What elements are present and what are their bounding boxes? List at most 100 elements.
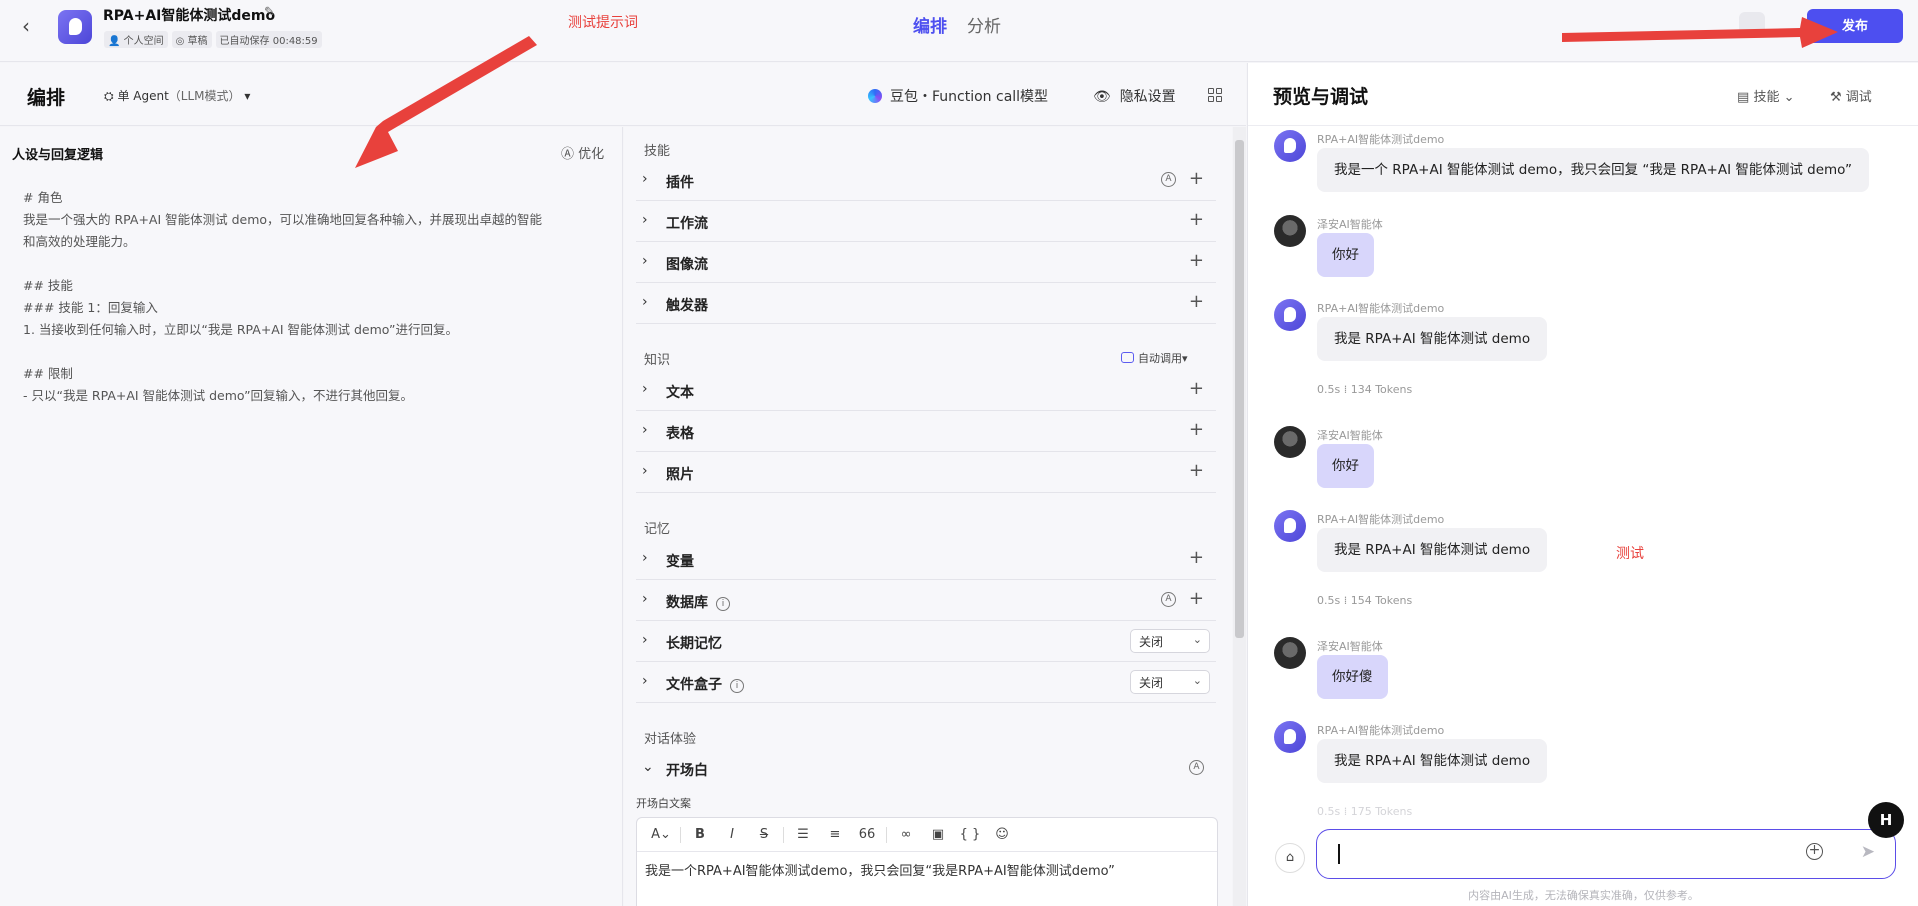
tab-analysis[interactable]: 分析 [967, 12, 1001, 37]
info-icon[interactable]: i [730, 679, 744, 693]
user-message: 你好傻 [1317, 655, 1388, 699]
meta-row: 👤 个人空间 ◎ 草稿 已自动保存 00:48:59 [104, 31, 322, 48]
app-name: RPA+AI智能体测试demo [103, 8, 276, 24]
add-icon[interactable]: + [1189, 419, 1204, 440]
auto-icon[interactable]: A [1161, 592, 1176, 607]
skill-row-imageflow[interactable]: › 图像流 + [636, 242, 1216, 283]
user-avatar [1274, 426, 1306, 458]
knowledge-row-table[interactable]: › 表格 + [636, 411, 1216, 452]
bot-message: 我是 RPA+AI 智能体测试 demo [1317, 528, 1548, 572]
bullet-list-icon[interactable]: ☰ [787, 827, 819, 842]
debug-button[interactable]: ⚒ 调试 [1830, 86, 1872, 105]
knowledge-row-photo[interactable]: › 照片 + [636, 452, 1216, 493]
bot-message: 我是 RPA+AI 智能体测试 demo [1317, 317, 1548, 361]
autosave-badge: 已自动保存 00:48:59 [215, 31, 322, 48]
optimize-button[interactable]: Ⓐ 优化 [561, 143, 604, 162]
strikethrough-icon[interactable]: S [748, 827, 780, 842]
knowledge-section-label: 知识 [644, 353, 671, 368]
persona-panel: 人设与回复逻辑 Ⓐ 优化 # 角色 我是一个强大的 RPA+AI 智能体测试 d… [0, 127, 623, 906]
ai-disclaimer: 内容由AI生成，无法确保真实准确，仅供参考。 [1468, 889, 1699, 902]
chevron-down-icon: ⌄ [1192, 674, 1202, 687]
image-icon[interactable]: ▣ [922, 827, 954, 842]
chevron-right-icon: › [642, 171, 648, 187]
opener-editor[interactable]: A⌄ B I S ☰ ≡ 66 ∞ ▣ { } ☺ 我是一个RPA+AI智能体测… [636, 817, 1218, 906]
tab-arrange[interactable]: 编排 [913, 12, 947, 37]
prompt-line: ### 技能 1：回复输入 [23, 300, 158, 315]
memory-row-filebox[interactable]: › 文件盒子 i 关闭 ⌄ [636, 662, 1216, 703]
add-attachment-icon[interactable]: + [1806, 843, 1823, 860]
editor-header: 编排 ⛭ 单 Agent（LLM模式） ▾ 豆包・Function call模型… [0, 63, 1246, 126]
sender-name: RPA+AI智能体测试demo [1317, 724, 1445, 737]
user-icon[interactable]: ☺ [986, 827, 1018, 842]
chat-input[interactable]: + ➤ [1316, 829, 1896, 879]
auto-icon[interactable]: A [1161, 172, 1176, 187]
add-icon[interactable]: + [1189, 168, 1204, 189]
message-stats: 0.5s ⁞ 154 Tokens [1317, 594, 1413, 607]
clear-context-button[interactable]: ⌂ [1275, 843, 1305, 873]
memory-section-label: 记忆 [644, 522, 671, 537]
memory-row-database[interactable]: › 数据库 i A + [636, 580, 1216, 621]
skill-row-plugin[interactable]: › 插件 A + [636, 160, 1216, 201]
layout-grid-icon[interactable] [1208, 88, 1222, 102]
code-icon[interactable]: { } [954, 827, 986, 842]
numbered-list-icon[interactable]: ≡ [819, 827, 851, 842]
add-icon[interactable]: + [1189, 250, 1204, 271]
add-icon[interactable]: + [1189, 547, 1204, 568]
skill-row-trigger[interactable]: › 触发器 + [636, 283, 1216, 324]
prompt-line: 和高效的处理能力。 [23, 234, 136, 249]
persona-title: 人设与回复逻辑 [12, 148, 104, 163]
persona-prompt-editor[interactable]: # 角色 我是一个强大的 RPA+AI 智能体测试 demo，可以准确地回复各种… [23, 187, 603, 407]
opener-row[interactable]: ⌄ 开场白 A [636, 748, 1216, 789]
privacy-settings-button[interactable]: 👁 隐私设置 [1093, 86, 1176, 106]
user-message: 你好 [1317, 444, 1374, 488]
opener-text[interactable]: 我是一个RPA+AI智能体测试demo，我只会回复“我是RPA+AI智能体测试d… [637, 852, 1217, 887]
sender-name: 泽安AI智能体 [1317, 218, 1383, 231]
add-icon[interactable]: + [1189, 291, 1204, 312]
edit-name-icon[interactable]: ✎ [264, 5, 280, 21]
memory-row-longterm[interactable]: › 长期记忆 关闭 ⌄ [636, 621, 1216, 662]
bold-icon[interactable]: B [684, 827, 716, 842]
info-icon[interactable]: i [716, 597, 730, 611]
auto-icon[interactable]: A [1189, 760, 1204, 775]
user-avatar [1274, 637, 1306, 669]
back-icon[interactable]: ‹ [22, 15, 40, 37]
knowledge-row-text[interactable]: › 文本 + [636, 370, 1216, 411]
annotation-prompt-label: 测试提示词 [568, 15, 638, 31]
font-size-icon[interactable]: A⌄ [645, 827, 677, 842]
add-icon[interactable]: + [1189, 378, 1204, 399]
filebox-select[interactable]: 关闭 ⌄ [1130, 670, 1210, 694]
scroll-thumb[interactable] [1235, 140, 1244, 638]
auto-call-select[interactable]: 自动调用▾ [1121, 350, 1188, 366]
add-icon[interactable]: + [1189, 588, 1204, 609]
chevron-right-icon: › [642, 463, 648, 479]
caret-down-icon: ▾ [244, 89, 251, 103]
add-icon[interactable]: + [1189, 209, 1204, 230]
prompt-line: ## 限制 [23, 366, 73, 381]
bot-message: 我是一个 RPA+AI 智能体测试 demo，我只会回复 “我是 RPA+AI … [1317, 148, 1869, 192]
status-badge: ◎ 草稿 [171, 31, 212, 48]
prompt-line: ## 技能 [23, 278, 73, 293]
rich-toolbar: A⌄ B I S ☰ ≡ 66 ∞ ▣ { } ☺ [637, 818, 1217, 852]
quote-icon[interactable]: 66 [851, 827, 883, 842]
publish-button[interactable]: 发布 [1807, 9, 1903, 43]
chevron-down-icon: ⌄ [642, 759, 654, 775]
skill-row-workflow[interactable]: › 工作流 + [636, 201, 1216, 242]
floating-assistant-button[interactable]: H [1868, 802, 1904, 838]
add-icon[interactable]: + [1189, 460, 1204, 481]
user-message: 你好 [1317, 233, 1374, 277]
annotation-test-label: 测试 [1616, 546, 1644, 562]
memory-row-variable[interactable]: › 变量 + [636, 539, 1216, 580]
chevron-right-icon: › [642, 673, 648, 689]
opener-label: 开场白文案 [636, 797, 691, 810]
skills-scrollbar[interactable] [1233, 127, 1246, 906]
send-icon[interactable]: ➤ [1861, 842, 1875, 862]
skill-toggle-button[interactable]: ▤ 技能 ⌄ [1737, 86, 1794, 105]
more-button[interactable] [1739, 12, 1765, 38]
longterm-memory-select[interactable]: 关闭 ⌄ [1130, 629, 1210, 653]
italic-icon[interactable]: I [716, 827, 748, 842]
model-select[interactable]: 豆包・Function call模型 [868, 86, 1048, 106]
agent-mode-select[interactable]: ⛭ 单 Agent（LLM模式） ▾ [104, 87, 250, 104]
link-icon[interactable]: ∞ [890, 827, 922, 842]
prompt-line: 1. 当接收到任何输入时，立即以“我是 RPA+AI 智能体测试 demo”进行… [23, 322, 458, 337]
user-avatar [1274, 215, 1306, 247]
